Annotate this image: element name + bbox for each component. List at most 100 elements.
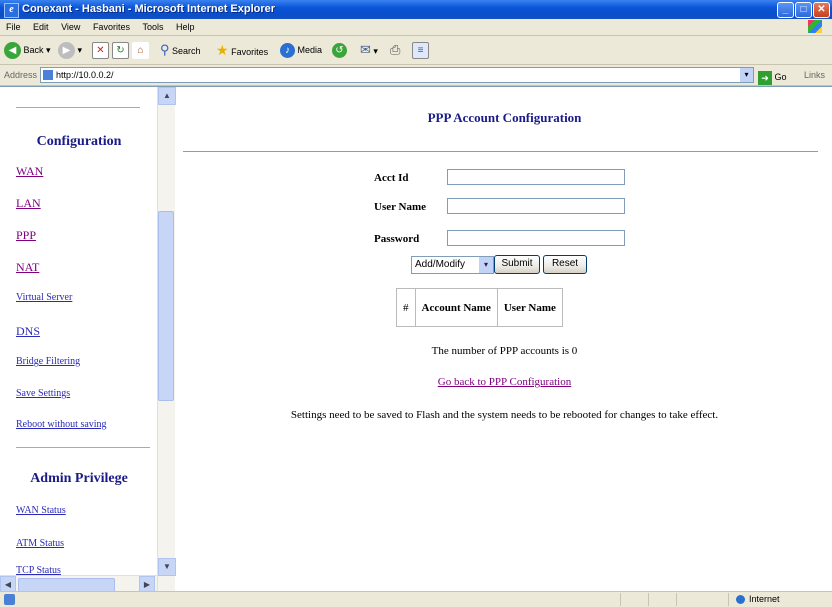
acct-id-input[interactable] (447, 169, 625, 185)
scroll-thumb[interactable] (158, 211, 174, 401)
scroll-down-button[interactable]: ▼ (158, 558, 176, 576)
divider (183, 151, 818, 152)
search-button[interactable]: ⚲ Search (160, 40, 201, 60)
mail-button[interactable]: ✉ ▾ (360, 40, 378, 60)
divider (620, 593, 621, 606)
minimize-button[interactable]: _ (777, 2, 794, 18)
edit-page-icon: ≡ (412, 42, 429, 60)
acct-id-label: Acct Id (374, 172, 409, 184)
nav-link-dns[interactable]: DNS (16, 324, 40, 339)
nav-link-atm-status[interactable]: ATM Status (16, 538, 64, 549)
go-label: Go (774, 72, 787, 82)
close-button[interactable]: ✕ (813, 2, 830, 18)
print-icon: ⎙ (390, 42, 401, 57)
mail-icon: ✉ (360, 42, 371, 57)
column-header-number: # (396, 288, 416, 327)
nav-link-lan[interactable]: LAN (16, 196, 41, 211)
admin-privilege-heading: Admin Privilege (30, 471, 128, 486)
divider (676, 593, 677, 606)
account-count-text: The number of PPP accounts is 0 (431, 345, 578, 357)
forward-button[interactable]: ▶ ▾ (58, 40, 82, 60)
back-button[interactable]: ◀ Back ▾ (4, 40, 51, 60)
address-label: Address (4, 70, 38, 80)
favorites-label: Favorites (231, 47, 269, 57)
table-header-row: # Account Name User Name (396, 288, 563, 327)
horizontal-scroll-thumb[interactable] (18, 578, 115, 592)
nav-link-reboot-without-saving[interactable]: Reboot without saving (16, 419, 107, 430)
history-button[interactable]: ↺ (332, 40, 347, 60)
menu-bar: File Edit View Favorites Tools Help (0, 19, 832, 36)
left-nav-frame: Configuration WAN LAN PPP NAT Virtual Se… (0, 87, 176, 592)
divider (16, 447, 150, 448)
media-label: Media (297, 45, 323, 55)
menu-help[interactable]: Help (176, 22, 195, 32)
refresh-icon: ↻ (112, 42, 129, 60)
forward-arrow-icon: ▶ (58, 42, 75, 60)
menu-tools[interactable]: Tools (142, 22, 163, 32)
address-dropdown-button[interactable]: ▾ (740, 68, 753, 82)
maximize-button[interactable]: □ (795, 2, 812, 18)
star-icon: ★ (216, 42, 229, 58)
divider (648, 593, 649, 606)
back-arrow-icon: ◀ (4, 42, 21, 60)
scroll-left-button[interactable]: ◀ (0, 576, 16, 592)
action-select[interactable]: Add/Modify ▾ (411, 256, 494, 274)
scroll-up-button[interactable]: ▲ (158, 87, 176, 105)
address-input[interactable]: http://10.0.0.2/ ▾ (40, 67, 754, 83)
nav-link-wan[interactable]: WAN (16, 164, 43, 179)
accounts-table: # Account Name User Name (396, 288, 563, 327)
submit-button[interactable]: Submit (494, 255, 540, 274)
security-zone: Internet (736, 592, 780, 607)
menu-edit[interactable]: Edit (33, 22, 49, 32)
menu-favorites[interactable]: Favorites (93, 22, 130, 32)
column-header-account-name: Account Name (414, 288, 498, 327)
stop-icon: ✕ (92, 42, 109, 60)
favorites-button[interactable]: ★ Favorites (216, 40, 268, 60)
page-status-icon (4, 594, 15, 605)
search-icon: ⚲ (160, 42, 170, 57)
password-label: Password (374, 233, 420, 245)
nav-link-save-settings[interactable]: Save Settings (16, 388, 70, 399)
action-select-value: Add/Modify (415, 259, 466, 270)
window-title: Conexant - Hasbani - Microsoft Internet … (22, 3, 276, 15)
history-icon: ↺ (332, 43, 347, 59)
menu-file[interactable]: File (6, 22, 21, 32)
address-bar: Address http://10.0.0.2/ ▾ ➜ Go Links (0, 65, 832, 86)
nav-link-wan-status[interactable]: WAN Status (16, 505, 66, 516)
menu-view[interactable]: View (61, 22, 80, 32)
back-to-ppp-link[interactable]: Go back to PPP Configuration (177, 376, 832, 388)
refresh-button[interactable]: ↻ (112, 40, 129, 60)
nav-link-virtual-server[interactable]: Virtual Server (16, 292, 72, 303)
user-name-input[interactable] (447, 198, 625, 214)
print-button[interactable]: ⎙ (390, 40, 400, 60)
scroll-right-button[interactable]: ▶ (139, 576, 155, 592)
stop-button[interactable]: ✕ (92, 40, 109, 60)
search-label: Search (172, 46, 201, 56)
ie-icon: e (4, 3, 19, 18)
nav-link-ppp[interactable]: PPP (16, 228, 36, 243)
user-name-label: User Name (374, 201, 427, 213)
globe-icon (736, 595, 745, 605)
go-arrow-icon: ➜ (758, 70, 772, 85)
nav-link-bridge-filtering[interactable]: Bridge Filtering (16, 356, 80, 367)
vertical-scrollbar[interactable]: ▲ ▼ (157, 87, 176, 592)
page-title: PPP Account Configuration (427, 110, 582, 125)
media-icon: ♪ (280, 43, 295, 59)
toolbar: ◀ Back ▾ ▶ ▾ ✕ ↻ ⌂ ⚲ Search ★ Favorites … (0, 36, 832, 65)
edit-button[interactable]: ≡ (412, 40, 429, 60)
address-url: http://10.0.0.2/ (56, 70, 114, 80)
media-button[interactable]: ♪ Media (280, 40, 322, 60)
go-button[interactable]: ➜ Go (758, 67, 787, 87)
zone-label: Internet (749, 594, 780, 604)
links-button[interactable]: Links (804, 65, 825, 85)
password-input[interactable] (447, 230, 625, 246)
home-button[interactable]: ⌂ (132, 40, 149, 60)
column-header-user-name: User Name (496, 288, 563, 327)
save-reboot-note: Settings need to be saved to Flash and t… (290, 409, 719, 421)
windows-logo-icon (808, 20, 822, 33)
reset-button[interactable]: Reset (543, 255, 587, 274)
horizontal-scrollbar[interactable]: ◀ ▶ (0, 575, 157, 592)
divider (16, 107, 140, 108)
nav-link-nat[interactable]: NAT (16, 260, 39, 275)
chevron-down-icon: ▾ (479, 257, 493, 273)
